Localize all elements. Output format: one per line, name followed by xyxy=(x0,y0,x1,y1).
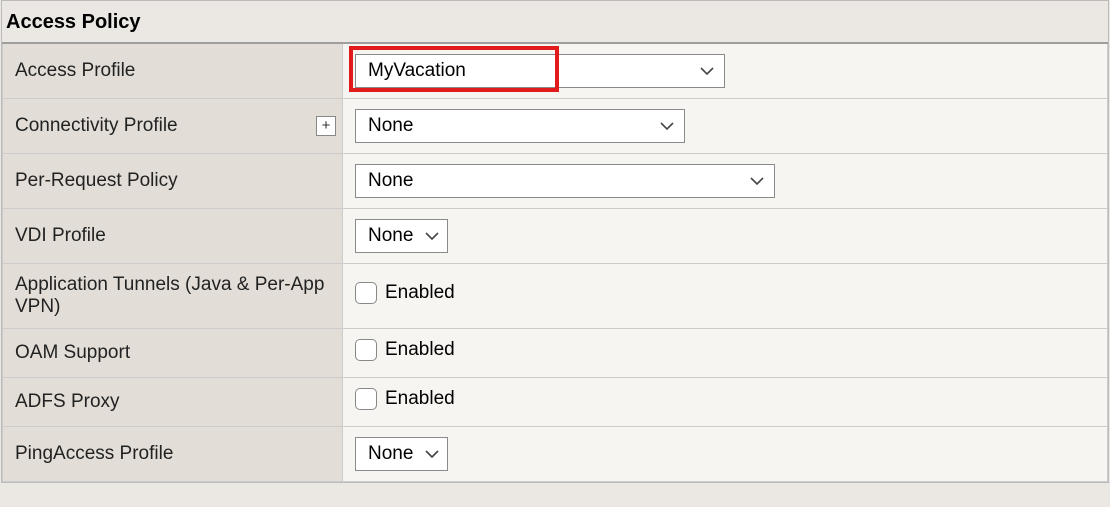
row-connectivity-profile: Connectivity Profile + None xyxy=(3,99,1108,154)
chevron-down-icon xyxy=(660,115,674,137)
row-app-tunnels: Application Tunnels (Java & Per-App VPN)… xyxy=(3,264,1108,329)
oam-support-checkbox-label: Enabled xyxy=(385,339,455,361)
row-per-request-policy: Per-Request Policy None xyxy=(3,154,1108,209)
access-profile-value: MyVacation xyxy=(368,60,466,82)
pingaccess-profile-select[interactable]: None xyxy=(355,437,448,471)
adfs-proxy-checkbox-label: Enabled xyxy=(385,388,455,410)
adfs-proxy-checkbox[interactable] xyxy=(355,388,377,410)
access-policy-panel: Access Policy Access Profile MyVacation … xyxy=(1,0,1109,483)
per-request-policy-value: None xyxy=(368,170,413,192)
chevron-down-icon xyxy=(700,60,714,82)
label-app-tunnels: Application Tunnels (Java & Per-App VPN) xyxy=(3,264,343,329)
label-oam-support: OAM Support xyxy=(3,329,343,378)
row-access-profile: Access Profile MyVacation xyxy=(3,43,1108,99)
label-connectivity-profile: Connectivity Profile + xyxy=(3,99,343,154)
oam-support-checkbox[interactable] xyxy=(355,339,377,361)
per-request-policy-select[interactable]: None xyxy=(355,164,775,198)
row-adfs-proxy: ADFS Proxy Enabled xyxy=(3,378,1108,427)
label-adfs-proxy: ADFS Proxy xyxy=(3,378,343,427)
row-vdi-profile: VDI Profile None xyxy=(3,209,1108,264)
pingaccess-profile-value: None xyxy=(368,443,413,465)
connectivity-profile-select[interactable]: None xyxy=(355,109,685,143)
label-vdi-profile: VDI Profile xyxy=(3,209,343,264)
panel-title: Access Policy xyxy=(2,1,1108,42)
row-pingaccess-profile: PingAccess Profile None xyxy=(3,427,1108,482)
chevron-down-icon xyxy=(750,170,764,192)
app-tunnels-checkbox[interactable] xyxy=(355,282,377,304)
row-oam-support: OAM Support Enabled xyxy=(3,329,1108,378)
vdi-profile-select[interactable]: None xyxy=(355,219,448,253)
vdi-profile-value: None xyxy=(368,225,413,247)
chevron-down-icon xyxy=(425,443,439,465)
access-profile-select[interactable]: MyVacation xyxy=(355,54,725,88)
add-connectivity-profile-button[interactable]: + xyxy=(316,116,336,136)
chevron-down-icon xyxy=(425,225,439,247)
label-per-request-policy: Per-Request Policy xyxy=(3,154,343,209)
label-pingaccess-profile: PingAccess Profile xyxy=(3,427,343,482)
connectivity-profile-value: None xyxy=(368,115,413,137)
label-access-profile: Access Profile xyxy=(3,43,343,99)
config-table: Access Profile MyVacation Connectivity P… xyxy=(2,42,1108,482)
app-tunnels-checkbox-label: Enabled xyxy=(385,282,455,304)
